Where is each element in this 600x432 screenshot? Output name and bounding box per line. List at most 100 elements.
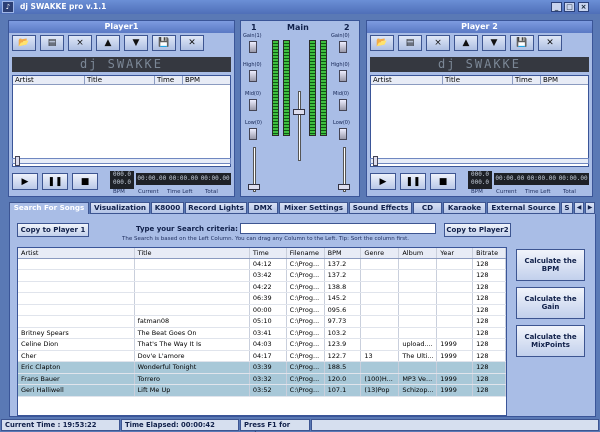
column-header[interactable]: Filename <box>286 248 325 259</box>
tab-scroll-right-button[interactable]: ▶ <box>585 202 595 214</box>
playlist-button[interactable]: ▤ <box>398 35 422 51</box>
play-button[interactable]: ▶ <box>370 173 396 190</box>
table-row[interactable]: Frans Bauer Torrero 03:32 C:\Prog... 120.0 (1… <box>18 373 506 385</box>
col-artist[interactable]: Artist <box>371 76 443 84</box>
song-table[interactable]: Artist Title Time Filename BPM Genre Album Year… <box>17 247 507 416</box>
tab-external-source[interactable]: External Source <box>487 202 560 214</box>
mixer-panel: 1 Main 2 Gain(1) High(0) Mid(0) Low(0) G… <box>240 20 360 197</box>
column-header[interactable]: Title <box>134 248 250 259</box>
col-bpm[interactable]: BPM <box>541 76 588 84</box>
col-title[interactable]: Title <box>85 76 155 84</box>
maximize-button[interactable]: □ <box>564 2 575 12</box>
column-header[interactable]: Album <box>398 248 438 259</box>
clear-button[interactable]: ✕ <box>538 35 562 51</box>
save-button[interactable]: 💾 <box>152 35 176 51</box>
master-volume-handle[interactable] <box>293 109 305 115</box>
tab-search-for-songs[interactable]: Search For Songs <box>9 202 89 214</box>
table-row[interactable]: 04:12 C:\Prog... 137.2 128 <box>18 258 506 270</box>
low-knob-right[interactable] <box>339 128 347 140</box>
play-button[interactable]: ▶ <box>12 173 38 190</box>
pause-button[interactable]: ❚❚ <box>400 173 426 190</box>
column-header[interactable]: Bitrate <box>472 248 506 259</box>
high-knob-right[interactable] <box>339 70 347 82</box>
move-down-button[interactable]: ▼ <box>482 35 506 51</box>
col-artist[interactable]: Artist <box>13 76 85 84</box>
column-header[interactable]: BPM <box>324 248 362 259</box>
player1-position-slider[interactable] <box>12 156 231 166</box>
tab-dmx[interactable]: DMX <box>248 202 278 214</box>
stop-button[interactable]: ■ <box>72 173 98 190</box>
copy-to-player1-button[interactable]: Copy to Player 1 <box>17 223 89 237</box>
table-row[interactable]: 06:39 C:\Prog... 145.2 128 <box>18 292 506 305</box>
table-row[interactable]: Geri Halliwell Lift Me Up 03:52 C:\Prog... 1… <box>18 384 506 397</box>
col-time[interactable]: Time <box>155 76 183 84</box>
table-row[interactable]: Britney Spears The Beat Goes On 03:41 C:\Pr… <box>18 327 506 339</box>
search-input[interactable] <box>240 223 436 234</box>
low-knob-left[interactable] <box>249 128 257 140</box>
player2-transport: ▶ ❚❚ ■ <box>370 173 456 190</box>
calculate-mixpoints-button[interactable]: Calculate the MixPoints <box>516 325 585 357</box>
tab-k8000[interactable]: K8000 <box>151 202 184 214</box>
col-title[interactable]: Title <box>443 76 513 84</box>
table-row[interactable]: 03:42 C:\Prog... 137.2 128 <box>18 269 506 282</box>
slider-handle[interactable] <box>15 156 20 166</box>
open-folder-button[interactable]: 📂 <box>12 35 36 51</box>
player1-title: Player1 <box>9 21 234 33</box>
gain-knob-right[interactable] <box>339 41 347 53</box>
status-help: Press F1 for Help <box>240 419 310 432</box>
move-down-button[interactable]: ▼ <box>124 35 148 51</box>
tab-cd[interactable]: CD <box>413 202 442 214</box>
calculate-gain-button[interactable]: Calculate the Gain <box>516 287 585 319</box>
table-row[interactable]: Cher Dov'e L'amore 04:17 C:\Prog... 122.7 13 T… <box>18 350 506 362</box>
high-knob-left[interactable] <box>249 70 257 82</box>
move-up-button[interactable]: ▲ <box>96 35 120 51</box>
minimize-button[interactable]: _ <box>551 2 562 12</box>
col-time[interactable]: Time <box>513 76 541 84</box>
tab-scroll-left-button[interactable]: ◀ <box>574 202 584 214</box>
tab-mixer-settings[interactable]: Mixer Settings <box>279 202 348 214</box>
copy-to-player2-button[interactable]: Copy to Player2 <box>444 223 511 237</box>
gain-knob-left[interactable] <box>249 41 257 53</box>
stop-button[interactable]: ■ <box>430 173 456 190</box>
tab-more[interactable]: S <box>561 202 573 214</box>
column-header[interactable]: Artist <box>18 248 135 259</box>
column-header[interactable]: Year <box>436 248 474 259</box>
slider-handle[interactable] <box>373 156 378 166</box>
tab-sound-effects[interactable]: Sound Effects <box>349 202 412 214</box>
playlist-button[interactable]: ▤ <box>40 35 64 51</box>
mid-knob-right[interactable] <box>339 99 347 111</box>
table-row[interactable]: 00:00 C:\Prog... 095.6 128 <box>18 304 506 316</box>
close-window-button[interactable]: × <box>578 2 589 12</box>
current-label: Current <box>496 189 517 195</box>
table-cell <box>360 327 400 339</box>
column-header[interactable]: Genre <box>360 248 400 259</box>
table-row[interactable]: 04:22 C:\Prog... 138.8 128 <box>18 281 506 293</box>
pause-button[interactable]: ❚❚ <box>42 173 68 190</box>
master-volume-track[interactable] <box>298 91 301 161</box>
table-row[interactable]: Celine Dion That's The Way It Is 04:03 C:\P… <box>18 338 506 351</box>
remove-button[interactable]: × <box>426 35 450 51</box>
player2-playlist[interactable]: Artist Title Time BPM <box>370 75 589 167</box>
table-row[interactable]: fatman08 05:10 C:\Prog... 97.73 128 <box>18 315 506 328</box>
player1-playlist[interactable]: Artist Title Time BPM <box>12 75 231 167</box>
stop-icon: ■ <box>438 176 448 187</box>
clear-button[interactable]: ✕ <box>180 35 204 51</box>
mid-knob-left[interactable] <box>249 99 257 111</box>
open-folder-button[interactable]: 📂 <box>370 35 394 51</box>
table-cell: 128 <box>472 304 506 316</box>
remove-button[interactable]: × <box>68 35 92 51</box>
table-cell: fatman08 <box>134 315 250 328</box>
save-button[interactable]: 💾 <box>510 35 534 51</box>
col-bpm[interactable]: BPM <box>183 76 230 84</box>
column-header[interactable]: Time <box>249 248 287 259</box>
tab-visualization[interactable]: Visualization <box>90 202 150 214</box>
player1-list-header: Artist Title Time BPM <box>13 76 230 85</box>
move-up-button[interactable]: ▲ <box>454 35 478 51</box>
calculate-bpm-button[interactable]: Calculate the BPM <box>516 249 585 281</box>
table-row[interactable]: Eric Clapton Wonderful Tonight 03:39 C:\Pro… <box>18 361 506 374</box>
channel2-fader-handle[interactable] <box>338 184 350 190</box>
tab-record-lights[interactable]: Record Lights <box>185 202 247 214</box>
channel1-fader-handle[interactable] <box>248 184 260 190</box>
player2-position-slider[interactable] <box>370 156 589 166</box>
tab-karaoke[interactable]: Karaoke <box>443 202 486 214</box>
